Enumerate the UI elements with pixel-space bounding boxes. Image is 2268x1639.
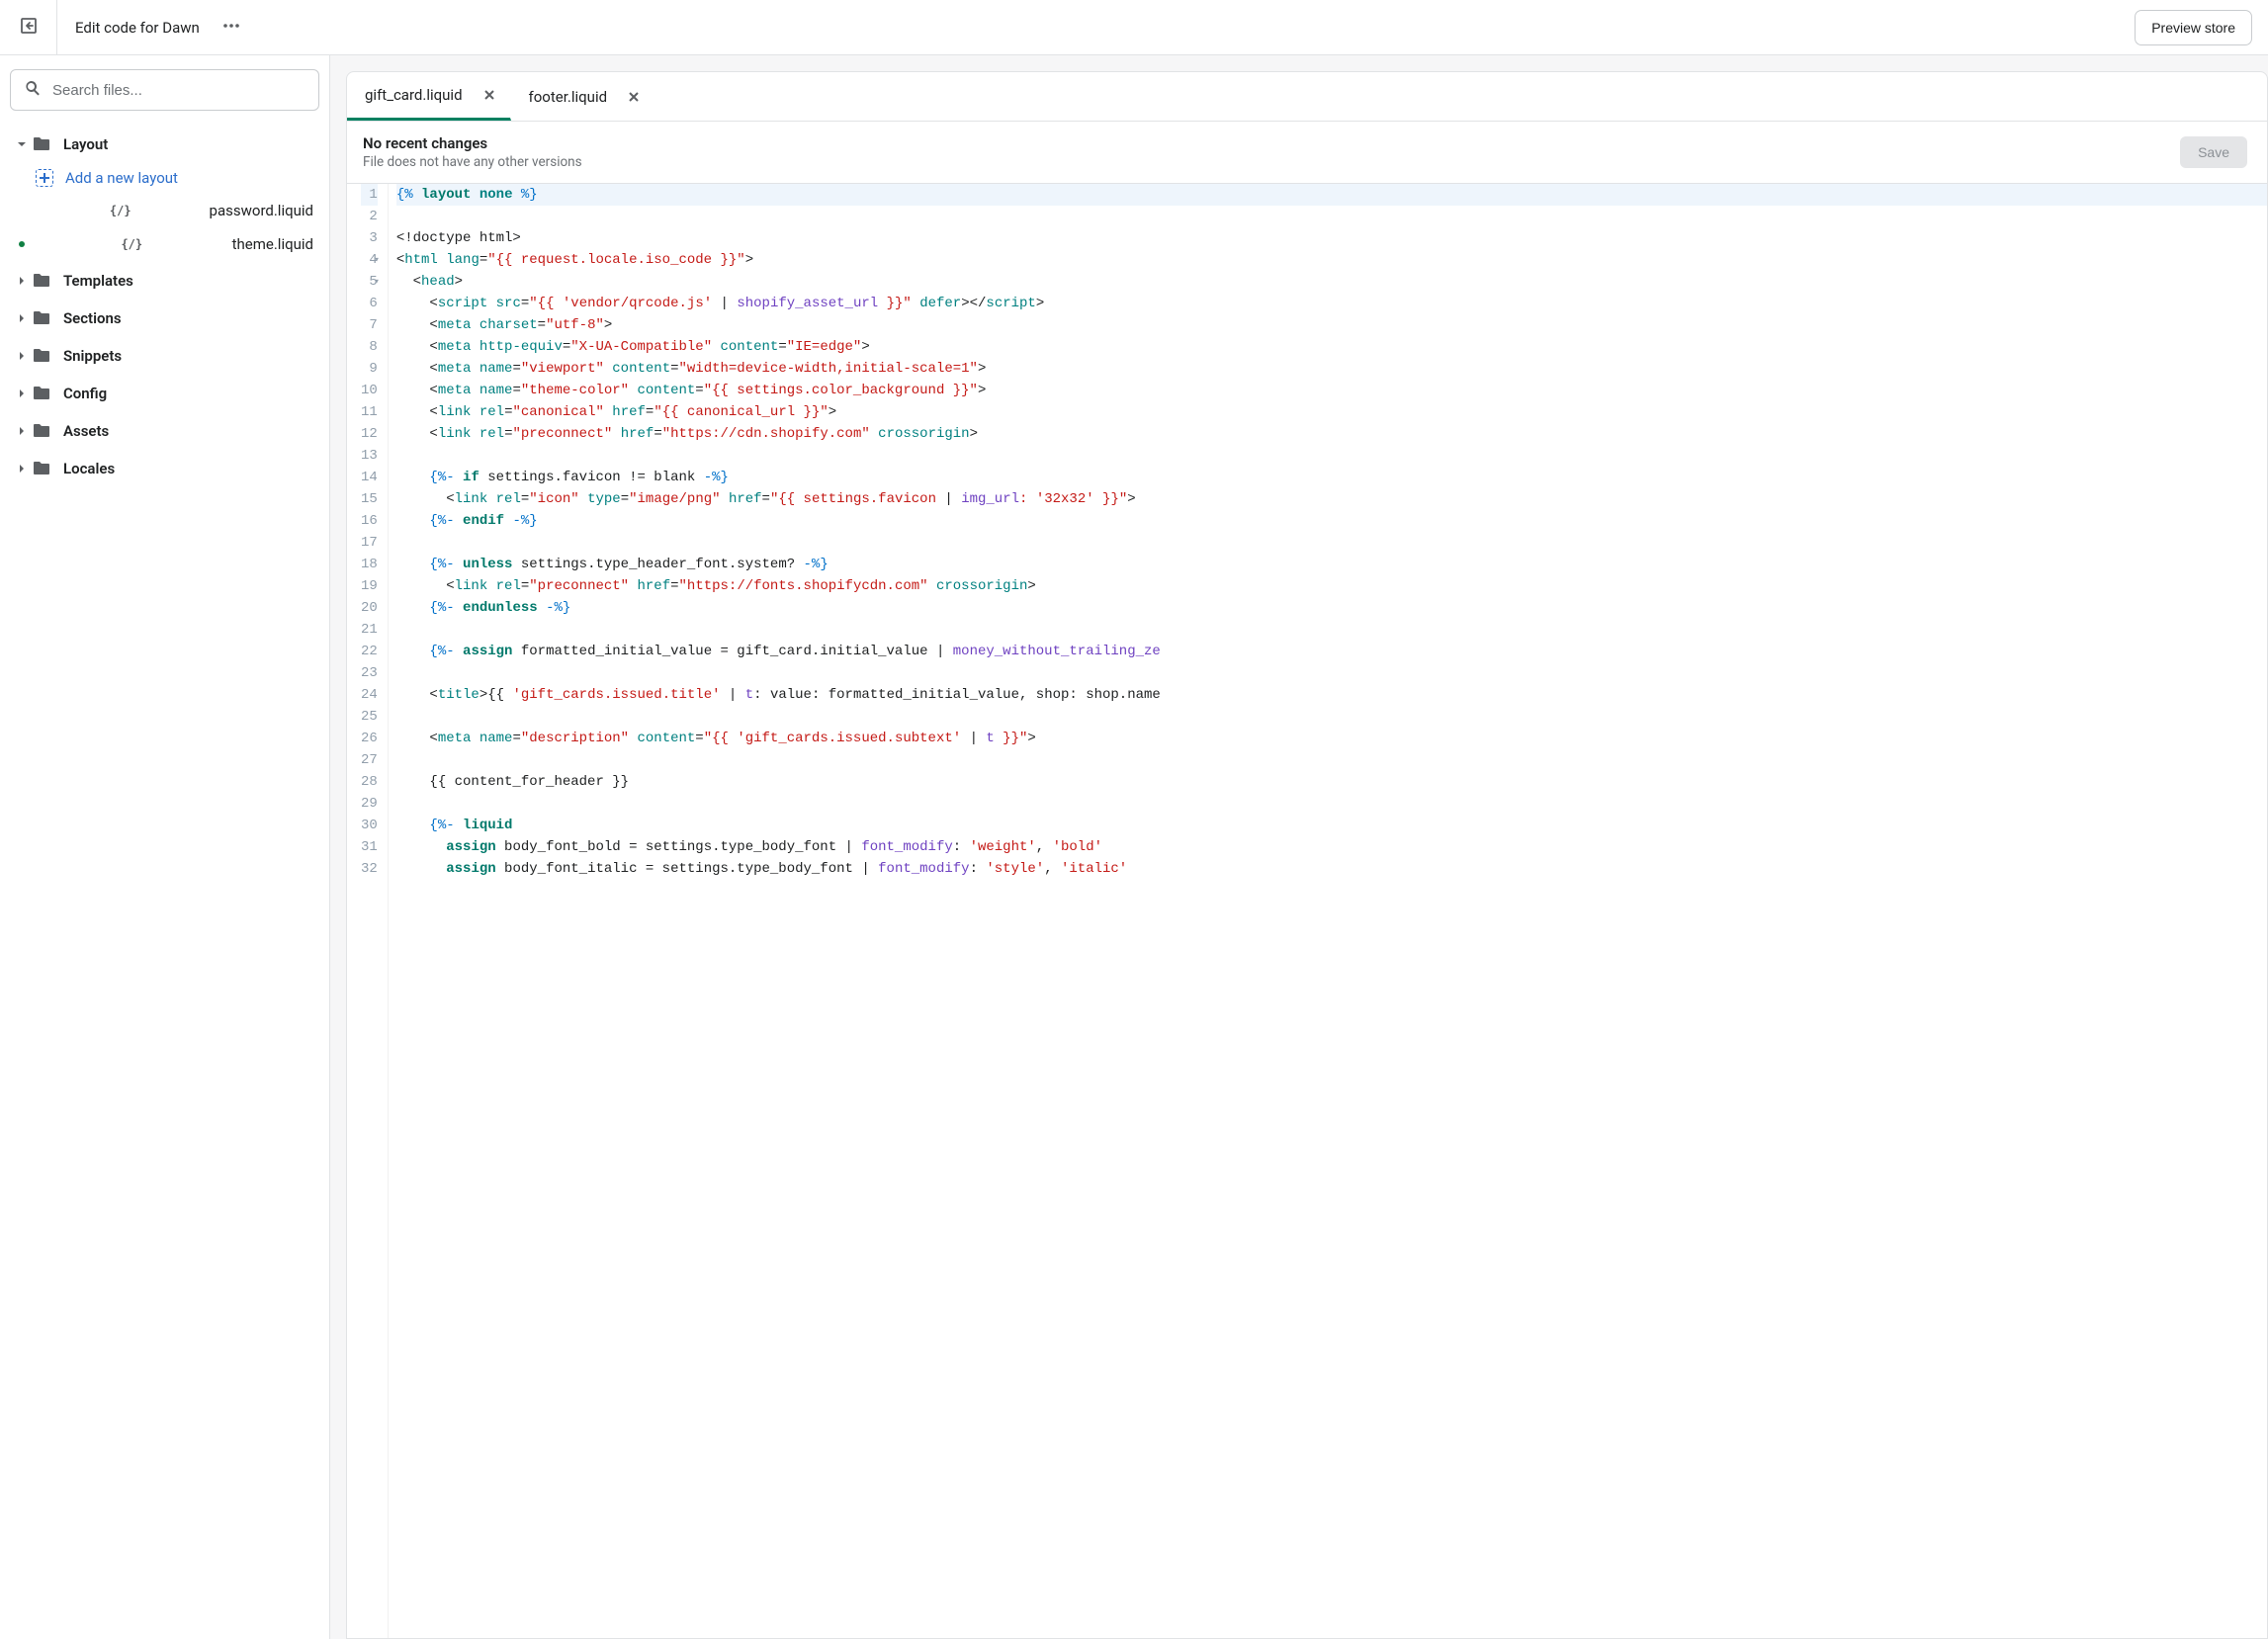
add-icon <box>36 169 53 187</box>
close-icon[interactable] <box>627 90 641 104</box>
folder-label: Sections <box>63 309 122 327</box>
folder-icon <box>32 271 51 291</box>
file-info-bar: No recent changes File does not have any… <box>347 122 2267 184</box>
folder-icon <box>32 421 51 441</box>
folder-layout[interactable]: Layout <box>10 127 319 162</box>
file-label: password.liquid <box>210 202 313 219</box>
folder-sections[interactable]: Sections <box>10 301 319 336</box>
code-content[interactable]: {% layout none %} <!doctype html><html l… <box>389 184 2267 1638</box>
file-tree: Layout Add a new layout {/} password.liquid… <box>10 127 319 486</box>
sidebar: Layout Add a new layout {/} password.liquid… <box>0 55 330 1639</box>
folder-label: Snippets <box>63 347 122 365</box>
folder-label: Config <box>63 385 107 402</box>
tab-label: gift_card.liquid <box>365 86 463 104</box>
tabs: gift_card.liquid footer.liquid <box>347 72 2267 122</box>
save-button[interactable]: Save <box>2180 136 2247 168</box>
file-item[interactable]: Add a new layout <box>30 162 319 194</box>
exit-icon <box>19 16 39 40</box>
file-status-subtitle: File does not have any other versions <box>363 154 582 170</box>
editor: gift_card.liquid footer.liquid No recent … <box>330 55 2268 1639</box>
folder-icon <box>32 308 51 328</box>
preview-store-button[interactable]: Preview store <box>2135 10 2252 45</box>
file-label: Add a new layout <box>65 169 178 187</box>
close-icon[interactable] <box>482 88 496 102</box>
tab[interactable]: gift_card.liquid <box>347 72 511 121</box>
folder-icon <box>32 134 51 154</box>
topbar: Edit code for Dawn Preview store <box>0 0 2268 55</box>
folder-templates[interactable]: Templates <box>10 263 319 299</box>
file-label: theme.liquid <box>232 235 313 253</box>
topbar-left: Edit code for Dawn <box>0 0 245 54</box>
line-gutter: 1234▾5▾678910111213141516171819202122232… <box>347 184 389 1638</box>
folder-assets[interactable]: Assets <box>10 413 319 449</box>
code-editor[interactable]: 1234▾5▾678910111213141516171819202122232… <box>347 184 2267 1638</box>
folder-locales[interactable]: Locales <box>10 451 319 486</box>
more-button[interactable] <box>218 14 245 42</box>
folder-label: Locales <box>63 460 115 477</box>
caret-down-icon <box>16 138 28 150</box>
search-input[interactable] <box>52 82 306 99</box>
code-file-icon: {/} <box>36 234 220 254</box>
file-status-title: No recent changes <box>363 134 582 152</box>
folder-config[interactable]: Config <box>10 376 319 411</box>
exit-button[interactable] <box>0 0 57 54</box>
file-item[interactable]: {/} password.liquid <box>30 194 319 227</box>
tab[interactable]: footer.liquid <box>511 72 656 121</box>
more-icon <box>221 16 241 40</box>
folder-snippets[interactable]: Snippets <box>10 338 319 374</box>
code-file-icon: {/} <box>36 201 198 220</box>
folder-label: Layout <box>63 135 108 153</box>
tab-label: footer.liquid <box>529 88 608 106</box>
caret-right-icon <box>16 388 28 399</box>
caret-right-icon <box>16 463 28 474</box>
page-title: Edit code for Dawn <box>57 19 218 37</box>
folder-label: Assets <box>63 422 109 440</box>
file-item[interactable]: {/} theme.liquid <box>30 227 319 261</box>
modified-dot-icon <box>19 241 25 247</box>
folder-icon <box>32 384 51 403</box>
caret-right-icon <box>16 350 28 362</box>
search-icon <box>23 78 52 102</box>
folder-icon <box>32 459 51 478</box>
caret-right-icon <box>16 425 28 437</box>
search-input-wrap[interactable] <box>10 69 319 111</box>
caret-right-icon <box>16 312 28 324</box>
caret-right-icon <box>16 275 28 287</box>
folder-label: Templates <box>63 272 133 290</box>
folder-icon <box>32 346 51 366</box>
